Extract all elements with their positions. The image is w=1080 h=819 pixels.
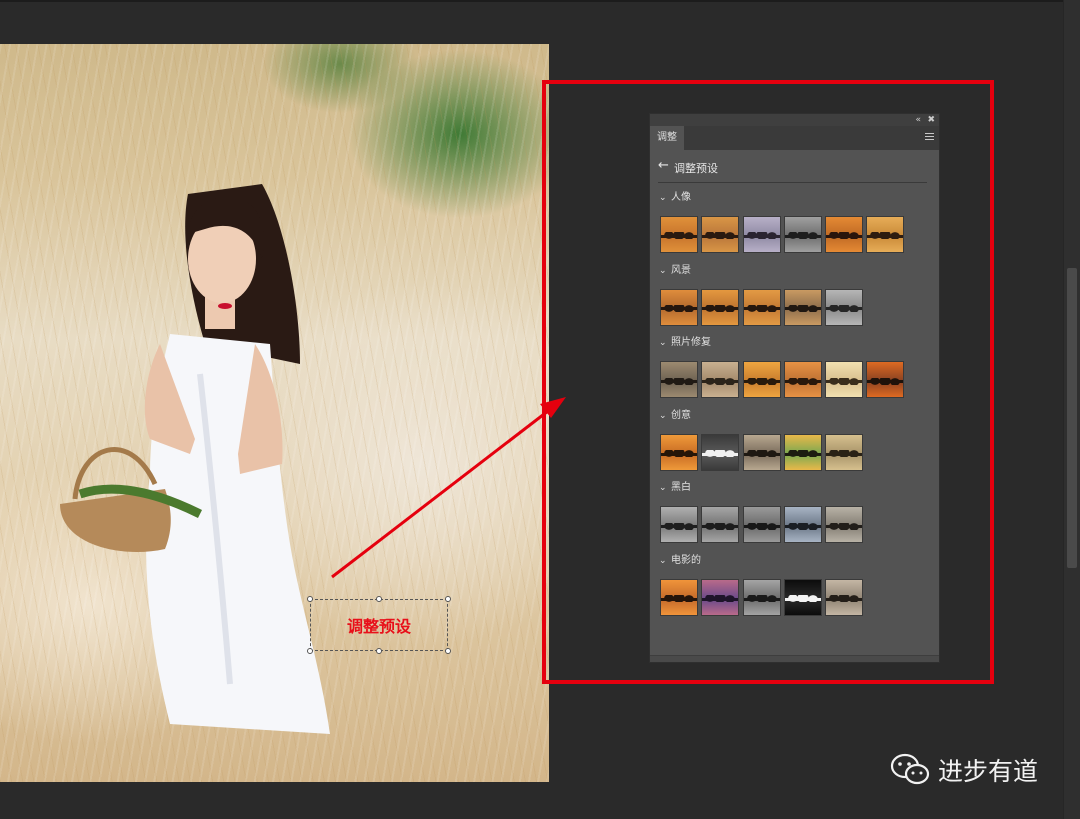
preset-thumbnail[interactable]: [701, 288, 740, 326]
preset-section: ⌄ 风景: [650, 256, 939, 329]
preset-thumbnail[interactable]: [783, 216, 822, 253]
preset-section-header[interactable]: ⌄ 创意: [659, 409, 691, 423]
preset-sections: ⌄ 人像 ⌄ 风景 ⌄ 照片修复 ⌄ 创意 ⌄ 黑白 ⌄ 电影的: [650, 183, 939, 619]
chevron-down-icon: ⌄: [659, 483, 667, 494]
preset-thumbnail[interactable]: [660, 578, 698, 616]
preset-thumbnail[interactable]: [660, 361, 698, 399]
preset-section: ⌄ 黑白: [650, 473, 939, 546]
preset-section-header[interactable]: ⌄ 人像: [659, 191, 691, 205]
preset-section-label: 电影的: [671, 554, 701, 566]
wechat-icon: [890, 753, 930, 785]
panel-bottom-bar: [650, 655, 939, 662]
preset-thumbnails: [660, 433, 866, 471]
preset-thumbnail[interactable]: [701, 361, 740, 399]
chevron-down-icon: ⌄: [659, 338, 667, 349]
preset-thumbnail[interactable]: [701, 506, 740, 544]
preset-thumbnail[interactable]: [825, 216, 864, 253]
preset-section: ⌄ 电影的: [650, 546, 939, 619]
watermark: 进步有道: [890, 752, 1038, 788]
adjustments-panel: « ✖ 调整 ← 调整预设 ⌄ 人像 ⌄ 风景 ⌄ 照片修复 ⌄ 创意 ⌄ 黑白 ⌄ 电影的: [649, 113, 940, 663]
preset-section-header[interactable]: ⌄ 照片修复: [659, 336, 711, 350]
preset-thumbnail[interactable]: [742, 506, 781, 544]
preset-thumbnail[interactable]: [866, 361, 905, 399]
preset-section-label: 黑白: [671, 482, 691, 494]
watermark-text: 进步有道: [938, 757, 1039, 786]
preset-thumbnail[interactable]: [825, 433, 864, 471]
preset-thumbnail[interactable]: [701, 433, 740, 471]
preset-thumbnails: [660, 288, 866, 326]
preset-thumbnails: [660, 361, 908, 399]
preset-thumbnail[interactable]: [742, 433, 781, 471]
chevron-down-icon: ⌄: [659, 555, 667, 566]
chevron-down-icon: ⌄: [659, 410, 667, 421]
preset-section-label: 风景: [671, 264, 691, 276]
panel-titlebar: « ✖: [650, 114, 939, 126]
close-icon[interactable]: ✖: [927, 114, 935, 126]
preset-thumbnail[interactable]: [783, 361, 822, 399]
panel-title: 调整预设: [674, 162, 718, 175]
panel-header: ← 调整预设: [658, 150, 927, 183]
preset-thumbnail[interactable]: [701, 216, 740, 253]
preset-thumbnails: [660, 578, 866, 616]
scrollbar-thumb[interactable]: [1067, 268, 1077, 568]
preset-thumbnails: [660, 506, 866, 544]
preset-section: ⌄ 人像: [650, 183, 939, 256]
hamburger-menu-icon[interactable]: [925, 133, 934, 142]
chevron-down-icon: ⌄: [659, 193, 667, 203]
preset-thumbnail[interactable]: [742, 288, 781, 326]
chevron-down-icon: ⌄: [659, 265, 667, 276]
preset-section-label: 人像: [671, 192, 691, 203]
preset-thumbnail[interactable]: [783, 506, 822, 544]
double-chevron-left-icon[interactable]: «: [915, 114, 921, 126]
preset-thumbnail[interactable]: [701, 578, 740, 616]
panel-tabbar: 调整: [650, 126, 939, 150]
preset-section: ⌄ 创意: [650, 401, 939, 474]
preset-thumbnails: [660, 216, 908, 253]
preset-thumbnail[interactable]: [866, 216, 905, 253]
preset-section-label: 创意: [671, 409, 691, 421]
preset-thumbnail[interactable]: [825, 578, 864, 616]
preset-thumbnail[interactable]: [660, 216, 698, 253]
preset-thumbnail[interactable]: [783, 433, 822, 471]
preset-thumbnail[interactable]: [660, 506, 698, 544]
preset-thumbnail[interactable]: [783, 288, 822, 326]
preset-thumbnail[interactable]: [825, 506, 864, 544]
back-arrow-icon[interactable]: ←: [658, 159, 669, 173]
preset-thumbnail[interactable]: [742, 216, 781, 253]
preset-thumbnail[interactable]: [742, 361, 781, 399]
vertical-scrollbar[interactable]: [1063, 0, 1080, 819]
preset-section-label: 照片修复: [671, 337, 711, 349]
preset-thumbnail[interactable]: [825, 288, 864, 326]
tab-adjustments[interactable]: 调整: [650, 126, 684, 150]
preset-thumbnail[interactable]: [783, 578, 822, 616]
preset-section-header[interactable]: ⌄ 黑白: [659, 481, 691, 495]
preset-section-header[interactable]: ⌄ 风景: [659, 264, 691, 278]
preset-thumbnail[interactable]: [742, 578, 781, 616]
preset-thumbnail[interactable]: [660, 288, 698, 326]
preset-section-header[interactable]: ⌄ 电影的: [659, 554, 701, 568]
preset-thumbnail[interactable]: [660, 433, 698, 471]
preset-section: ⌄ 照片修复: [650, 328, 939, 401]
preset-thumbnail[interactable]: [825, 361, 864, 399]
